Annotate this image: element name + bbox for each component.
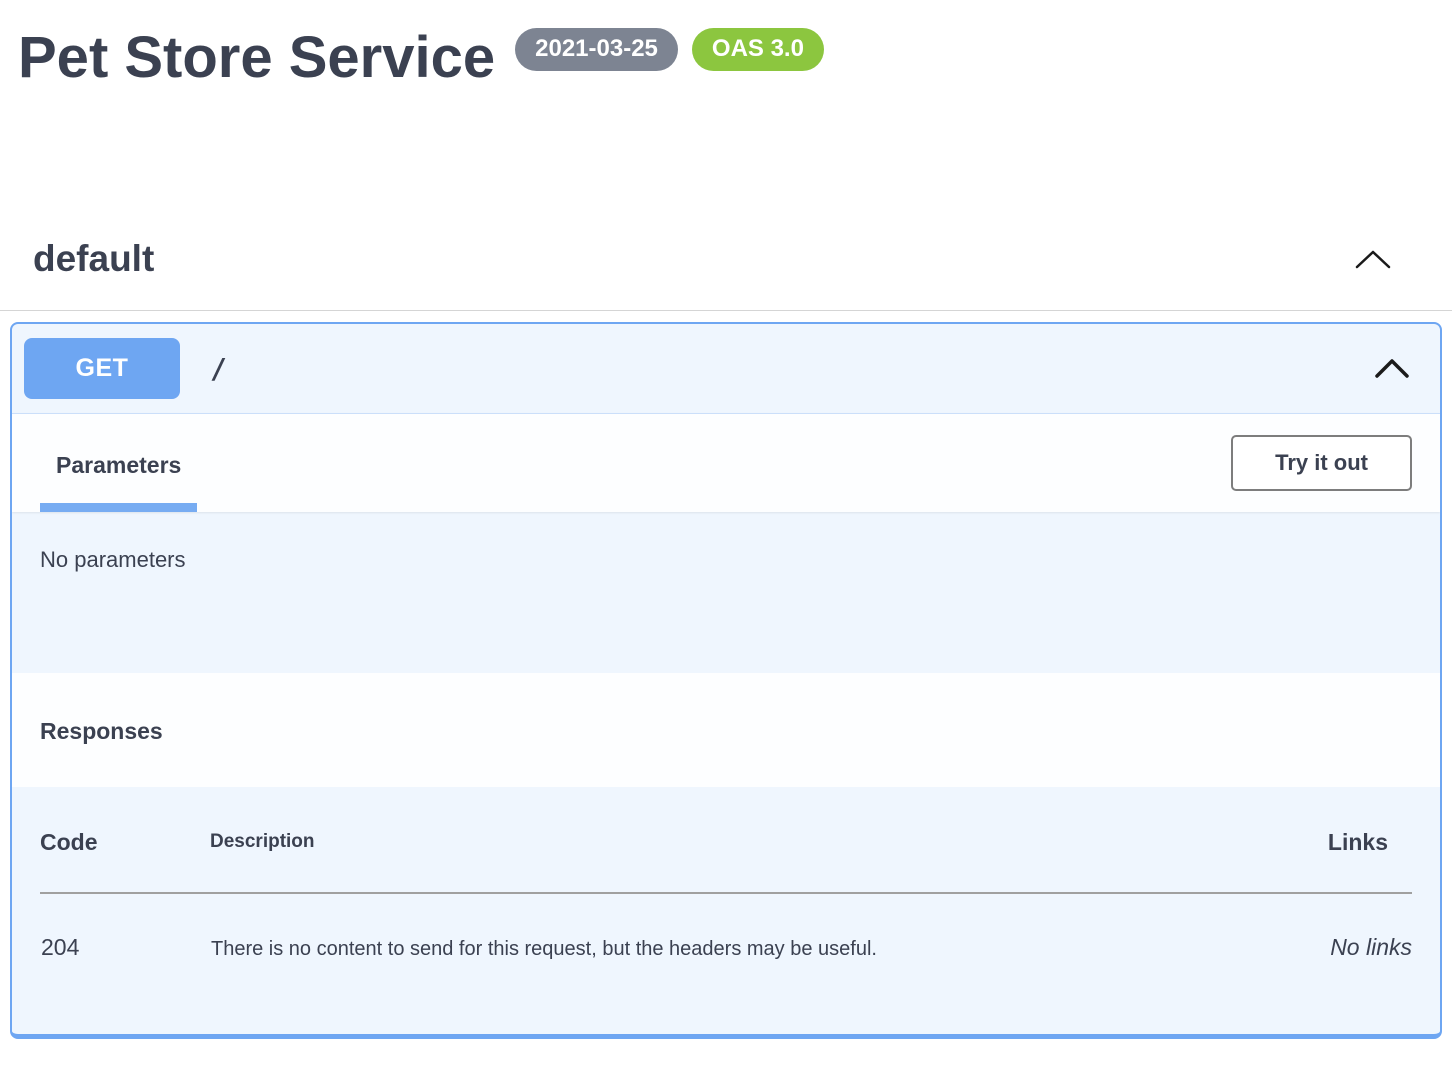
column-header-links: Links	[1252, 829, 1412, 893]
no-parameters-text: No parameters	[40, 547, 186, 572]
responses-body: Code Description Links 204 There is no c…	[12, 787, 1440, 1034]
api-info-header: Pet Store Service 2021-03-25 OAS 3.0	[0, 0, 1452, 90]
oas-version-badge: OAS 3.0	[692, 28, 824, 71]
api-badges: 2021-03-25 OAS 3.0	[515, 28, 824, 71]
responses-title: Responses	[40, 718, 1412, 745]
column-header-description: Description	[210, 829, 1252, 893]
response-links: No links	[1252, 893, 1412, 962]
tag-section-header-default[interactable]: default	[0, 238, 1452, 311]
response-description: There is no content to send for this req…	[210, 893, 1252, 962]
parameters-section-header: Parameters Try it out	[12, 413, 1440, 512]
tab-parameters-label: Parameters	[56, 452, 181, 479]
opblock-summary[interactable]: GET /	[12, 324, 1440, 413]
api-title-row: Pet Store Service 2021-03-25 OAS 3.0	[18, 26, 1432, 90]
version-badge: 2021-03-25	[515, 28, 678, 71]
response-code: 204	[40, 893, 210, 962]
tag-name: default	[33, 238, 154, 280]
http-method-badge: GET	[24, 338, 180, 399]
tab-parameters[interactable]: Parameters	[40, 414, 197, 512]
swagger-ui-page: Pet Store Service 2021-03-25 OAS 3.0 def…	[0, 0, 1452, 1084]
response-row-204: 204 There is no content to send for this…	[40, 893, 1412, 962]
parameters-body: No parameters	[12, 512, 1440, 673]
operation-path: /	[210, 352, 227, 385]
column-header-code: Code	[40, 829, 210, 893]
responses-table: Code Description Links 204 There is no c…	[40, 829, 1412, 962]
try-it-out-button[interactable]: Try it out	[1231, 435, 1412, 491]
api-title: Pet Store Service	[18, 26, 495, 90]
responses-table-header-row: Code Description Links	[40, 829, 1412, 893]
opblock-get-root: GET / Parameters Try it out No parameter…	[10, 322, 1442, 1039]
chevron-up-icon[interactable]	[1354, 247, 1392, 271]
responses-section-header: Responses	[12, 673, 1440, 787]
chevron-up-icon[interactable]	[1374, 356, 1410, 380]
